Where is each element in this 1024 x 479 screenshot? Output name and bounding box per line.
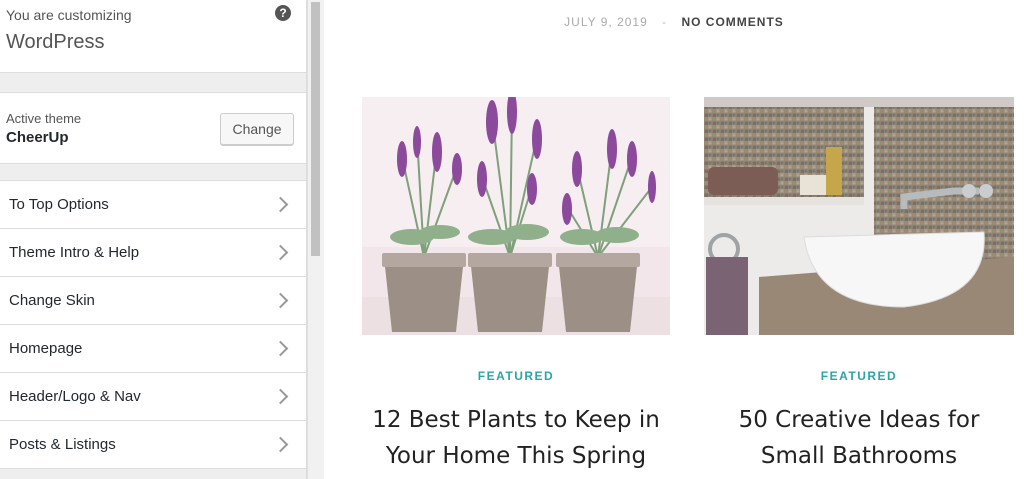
- change-theme-button[interactable]: Change: [220, 113, 294, 145]
- section-label: Theme Intro & Help: [9, 244, 140, 261]
- section-posts-listings[interactable]: Posts & Listings: [0, 421, 306, 469]
- section-label: Posts & Listings: [9, 436, 116, 453]
- section-label: Homepage: [9, 340, 83, 357]
- section-theme-intro-help[interactable]: Theme Intro & Help: [0, 229, 306, 277]
- chevron-right-icon: [272, 292, 289, 309]
- post-category[interactable]: FEATURED: [362, 369, 670, 383]
- active-theme-name: CheerUp: [6, 129, 69, 146]
- site-preview: JULY 9, 2019 - NO COMMENTS FEATURED FEAT…: [324, 0, 1024, 479]
- post-date: JULY 9, 2019: [564, 15, 648, 29]
- post-image-plants[interactable]: [362, 97, 670, 335]
- section-homepage[interactable]: Homepage: [0, 325, 306, 373]
- section-label: To Top Options: [9, 196, 109, 213]
- sidebar-scrollbar[interactable]: [307, 0, 324, 479]
- meta-separator: -: [662, 15, 668, 29]
- post-category[interactable]: FEATURED: [704, 369, 1014, 383]
- post-title-line: 50 Creative Ideas for: [738, 407, 980, 433]
- customizer-sidebar: You are customizing WordPress ? Active t…: [0, 0, 307, 479]
- post-image-bathroom[interactable]: [704, 97, 1014, 335]
- section-label: Change Skin: [9, 292, 95, 309]
- scrollbar-thumb[interactable]: [311, 2, 320, 256]
- chevron-right-icon: [272, 196, 289, 213]
- post-title[interactable]: 12 Best Plants to Keep in Your Home This…: [352, 402, 680, 474]
- section-label: Header/Logo & Nav: [9, 388, 141, 405]
- site-title: WordPress: [6, 31, 105, 53]
- post-meta: JULY 9, 2019 - NO COMMENTS: [324, 15, 1024, 29]
- help-icon[interactable]: ?: [275, 5, 291, 21]
- post-title-line: Your Home This Spring: [385, 443, 647, 469]
- section-change-skin[interactable]: Change Skin: [0, 277, 306, 325]
- customizer-sections: To Top Options Theme Intro & Help Change…: [0, 180, 306, 469]
- active-theme-label: Active theme: [6, 111, 82, 126]
- comments-link[interactable]: NO COMMENTS: [681, 15, 783, 29]
- customizing-label: You are customizing: [6, 7, 132, 23]
- section-to-top-options[interactable]: To Top Options: [0, 181, 306, 229]
- post-title[interactable]: 50 Creative Ideas for Small Bathrooms: [694, 402, 1024, 474]
- chevron-right-icon: [272, 436, 289, 453]
- chevron-right-icon: [272, 340, 289, 357]
- section-header-logo-nav[interactable]: Header/Logo & Nav: [0, 373, 306, 421]
- chevron-right-icon: [272, 244, 289, 261]
- active-theme-panel: Active theme CheerUp Change: [0, 92, 306, 164]
- post-title-line: Small Bathrooms: [760, 443, 958, 469]
- chevron-right-icon: [272, 388, 289, 405]
- post-title-line: 12 Best Plants to Keep in: [372, 407, 660, 433]
- customizer-header: You are customizing WordPress ?: [0, 0, 306, 73]
